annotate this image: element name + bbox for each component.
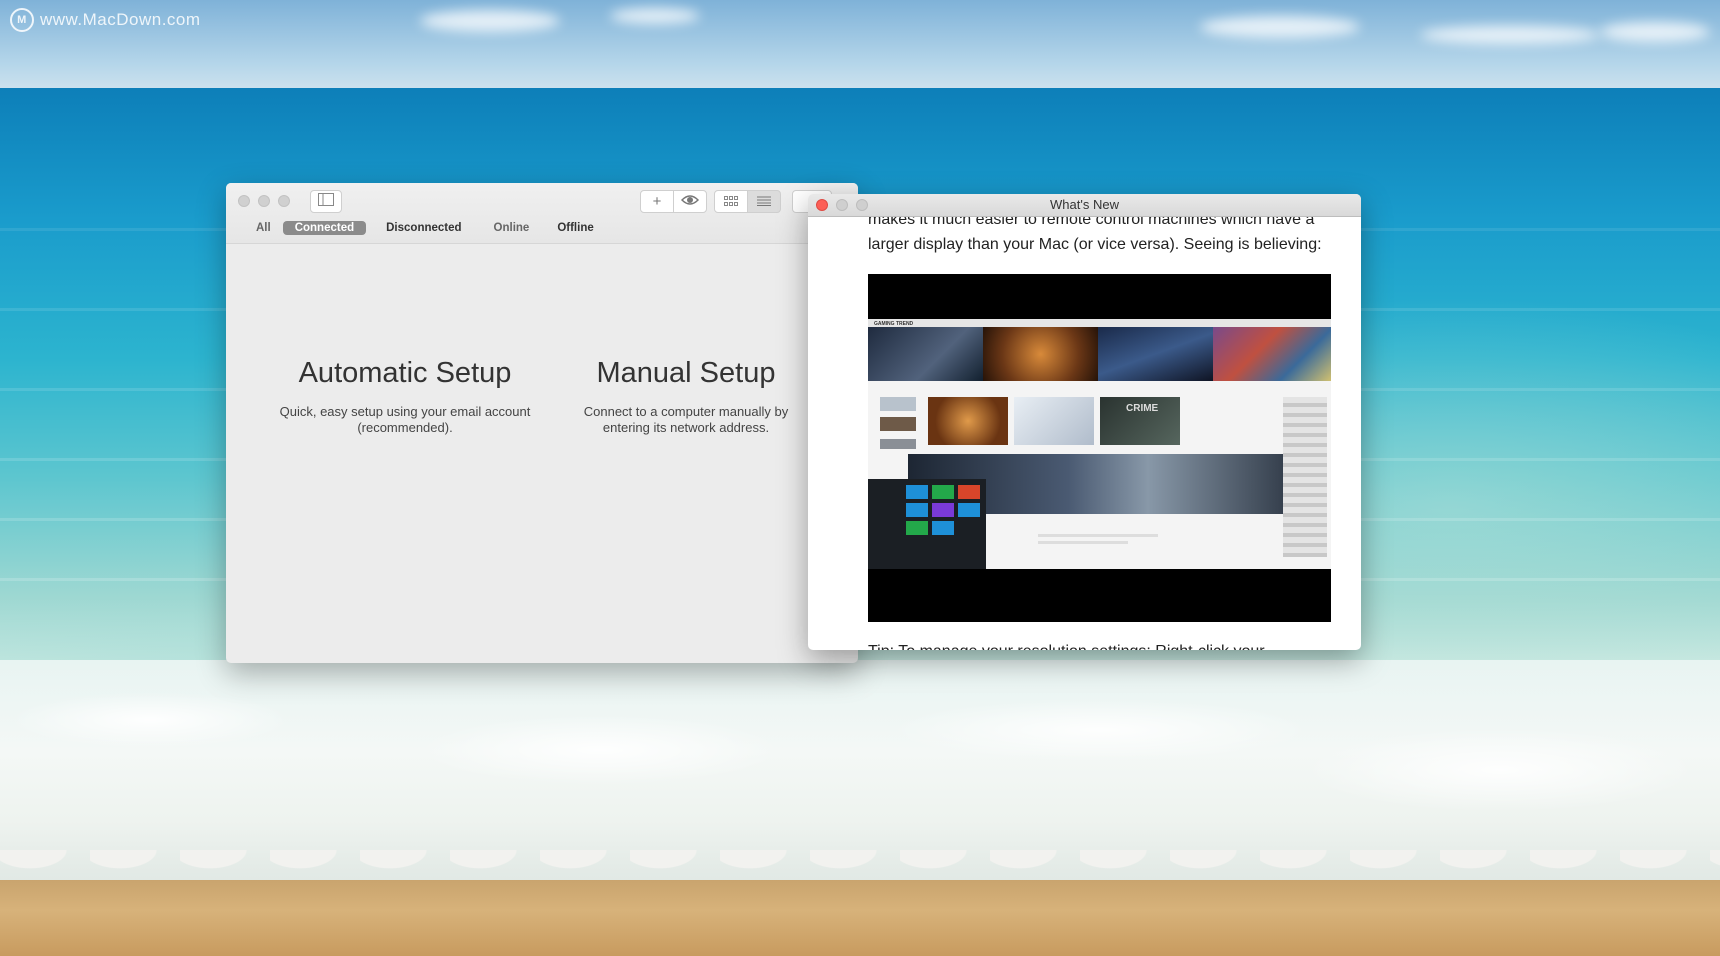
whats-new-tip: Tip: To manage your resolution settings:… bbox=[868, 639, 1328, 650]
minimize-button[interactable] bbox=[258, 195, 270, 207]
foam-edge bbox=[0, 850, 1720, 900]
add-button[interactable]: + bbox=[640, 190, 674, 213]
whats-new-content[interactable]: makes it much easier to remote control m… bbox=[808, 217, 1361, 650]
whats-new-window: What's New makes it much easier to remot… bbox=[808, 194, 1361, 650]
watermark-logo: M bbox=[10, 8, 34, 32]
manual-setup-option[interactable]: Manual Setup Connect to a computer manua… bbox=[566, 357, 806, 436]
list-view-icon bbox=[757, 193, 771, 210]
whats-new-minimize-button[interactable] bbox=[836, 199, 848, 211]
sidebar-toggle-button[interactable] bbox=[310, 190, 342, 213]
window-controls bbox=[238, 195, 290, 207]
whats-new-zoom-button[interactable] bbox=[856, 199, 868, 211]
automatic-setup-description: Quick, easy setup using your email accou… bbox=[279, 404, 531, 435]
list-view-button[interactable] bbox=[747, 190, 781, 213]
whats-new-titlebar: What's New bbox=[808, 194, 1361, 217]
whats-new-title: What's New bbox=[1050, 197, 1119, 212]
automatic-setup-title: Automatic Setup bbox=[298, 357, 512, 389]
eye-icon bbox=[680, 193, 700, 210]
whats-new-window-controls bbox=[816, 199, 868, 211]
automatic-setup-option[interactable]: Automatic Setup Quick, easy setup using … bbox=[262, 357, 548, 436]
zoom-button[interactable] bbox=[278, 195, 290, 207]
whats-new-text: makes it much easier to remote control m… bbox=[868, 217, 1322, 253]
whats-new-close-button[interactable] bbox=[816, 199, 828, 211]
filter-offline[interactable]: Offline bbox=[545, 221, 605, 235]
close-button[interactable] bbox=[238, 195, 250, 207]
filter-online[interactable]: Online bbox=[482, 221, 542, 235]
grid-view-button[interactable] bbox=[714, 190, 748, 213]
sky bbox=[0, 0, 1720, 92]
screenshot-screen: GAMING TREND CRIME bbox=[868, 319, 1331, 569]
filter-all[interactable]: All bbox=[244, 221, 283, 235]
watermark: M www.MacDown.com bbox=[10, 8, 201, 32]
grid-view-icon bbox=[724, 193, 738, 210]
screenshot-crime-label: CRIME bbox=[1126, 403, 1159, 414]
feature-screenshot: GAMING TREND CRIME bbox=[868, 274, 1331, 622]
filter-disconnected[interactable]: Disconnected bbox=[374, 221, 473, 235]
manual-setup-description: Connect to a computer manually by enteri… bbox=[583, 404, 789, 435]
filter-connected[interactable]: Connected bbox=[282, 221, 367, 235]
manual-setup-title: Manual Setup bbox=[596, 357, 776, 389]
view-button[interactable] bbox=[673, 190, 707, 213]
sidebar-toggle-icon bbox=[318, 193, 334, 210]
watermark-text: www.MacDown.com bbox=[40, 10, 201, 29]
toolbar: + ▾ All Connected Disconnected Online Of… bbox=[226, 183, 858, 244]
plus-icon: + bbox=[652, 193, 662, 210]
main-window: + ▾ All Connected Disconnected Online Of… bbox=[226, 183, 858, 663]
filter-bar: All Connected Disconnected Online Offlin… bbox=[244, 221, 606, 235]
